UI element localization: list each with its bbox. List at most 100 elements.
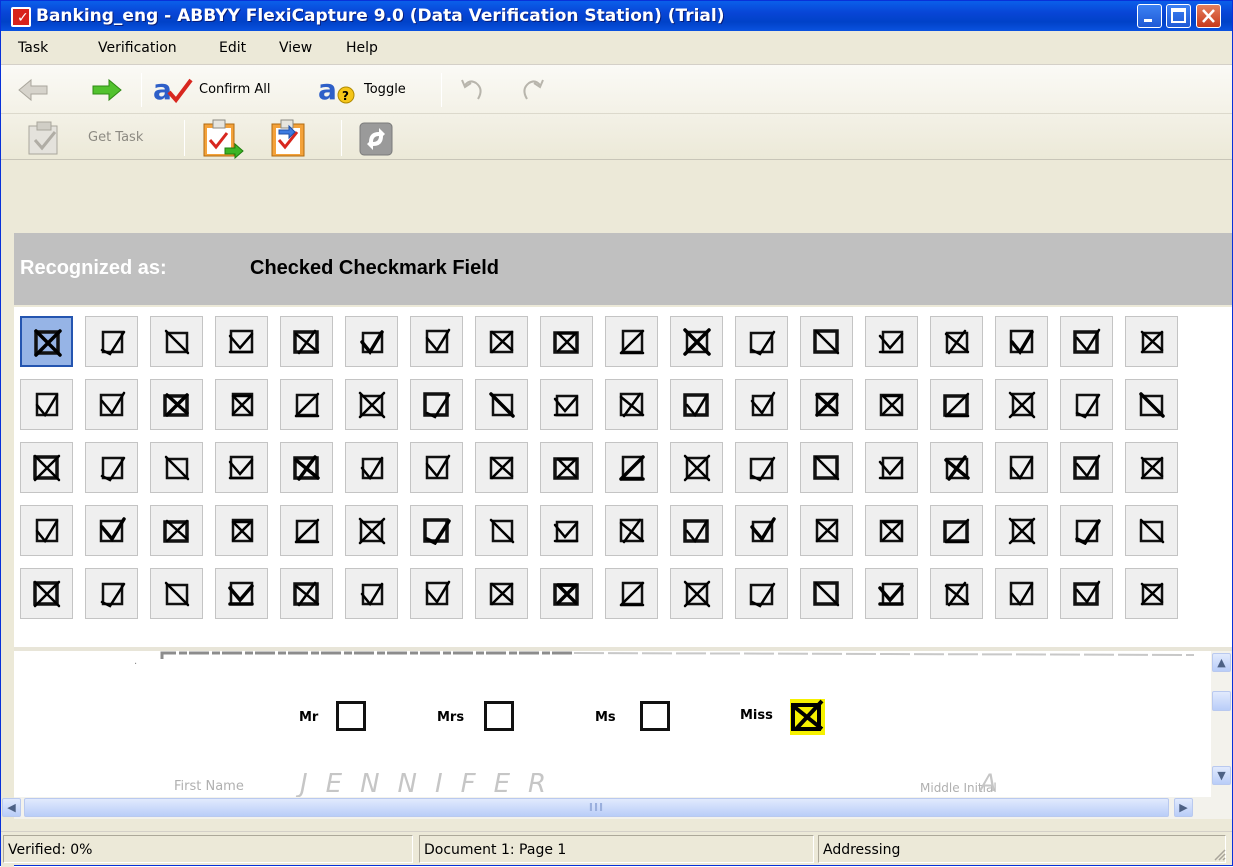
checkmark-sample-cell[interactable]	[150, 505, 203, 556]
checkbox-mr[interactable]	[336, 701, 366, 731]
checkmark-sample-cell[interactable]	[410, 316, 463, 367]
redo-button[interactable]	[519, 75, 547, 103]
checkmark-sample-cell[interactable]	[605, 379, 658, 430]
checkmark-sample-cell[interactable]	[410, 568, 463, 619]
checkbox-ms[interactable]	[640, 701, 670, 731]
minimize-button[interactable]	[1137, 4, 1162, 28]
checkmark-sample-cell[interactable]	[865, 442, 918, 493]
checkmark-sample-cell[interactable]	[735, 379, 788, 430]
checkmark-sample-cell[interactable]	[540, 379, 593, 430]
back-button[interactable]	[17, 77, 51, 103]
checkmark-sample-cell[interactable]	[670, 316, 723, 367]
resize-grip-icon[interactable]	[1214, 849, 1226, 861]
checkmark-sample-cell[interactable]	[800, 505, 853, 556]
checkmark-sample-cell[interactable]	[930, 379, 983, 430]
checkmark-sample-cell[interactable]	[20, 442, 73, 493]
checkmark-sample-cell[interactable]	[670, 568, 723, 619]
checkbox-miss-highlight[interactable]	[790, 699, 825, 735]
checkmark-sample-cell[interactable]	[865, 379, 918, 430]
checkmark-sample-cell[interactable]	[280, 505, 333, 556]
checkmark-sample-cell[interactable]	[475, 379, 528, 430]
checkmark-sample-cell[interactable]	[20, 316, 73, 367]
checkmark-sample-cell[interactable]	[1125, 379, 1178, 430]
checkmark-sample-cell[interactable]	[1125, 568, 1178, 619]
checkmark-sample-cell[interactable]	[475, 316, 528, 367]
checkmark-sample-cell[interactable]	[670, 505, 723, 556]
horizontal-scrollbar[interactable]: ◀ III ▶	[2, 797, 1232, 819]
get-task-button[interactable]: Get Task	[25, 118, 175, 158]
checkmark-sample-cell[interactable]	[540, 442, 593, 493]
checkmark-sample-cell[interactable]	[670, 442, 723, 493]
maximize-button[interactable]	[1166, 4, 1191, 28]
checkmark-sample-cell[interactable]	[540, 568, 593, 619]
scroll-left-button[interactable]: ◀	[2, 798, 21, 817]
checkmark-sample-cell[interactable]	[150, 316, 203, 367]
vertical-scroll-thumb[interactable]	[1212, 691, 1231, 711]
undo-button[interactable]	[458, 75, 486, 103]
menu-task[interactable]: Task	[18, 40, 48, 56]
checkmark-sample-cell[interactable]	[1060, 316, 1113, 367]
checkmark-sample-cell[interactable]	[20, 379, 73, 430]
checkmark-sample-cell[interactable]	[735, 505, 788, 556]
checkmark-sample-cell[interactable]	[345, 442, 398, 493]
checkmark-sample-cell[interactable]	[1060, 379, 1113, 430]
checkmark-sample-cell[interactable]	[865, 505, 918, 556]
checkmark-sample-cell[interactable]	[930, 442, 983, 493]
title-bar[interactable]: ✓ Banking_eng - ABBYY FlexiCapture 9.0 (…	[1, 1, 1232, 31]
checkmark-sample-cell[interactable]	[345, 505, 398, 556]
checkmark-sample-cell[interactable]	[345, 568, 398, 619]
checkmark-sample-cell[interactable]	[150, 379, 203, 430]
checkmark-sample-cell[interactable]	[280, 316, 333, 367]
checkmark-sample-cell[interactable]	[735, 316, 788, 367]
checkmark-sample-cell[interactable]	[735, 442, 788, 493]
checkmark-sample-cell[interactable]	[85, 505, 138, 556]
open-task-button[interactable]	[269, 118, 313, 160]
checkmark-sample-cell[interactable]	[605, 316, 658, 367]
checkmark-sample-cell[interactable]	[475, 568, 528, 619]
checkmark-sample-cell[interactable]	[995, 442, 1048, 493]
close-button[interactable]	[1196, 4, 1221, 28]
checkmark-sample-cell[interactable]	[85, 442, 138, 493]
checkmark-sample-cell[interactable]	[215, 442, 268, 493]
checkmark-sample-cell[interactable]	[85, 379, 138, 430]
checkmark-sample-cell[interactable]	[735, 568, 788, 619]
menu-verification[interactable]: Verification	[98, 40, 177, 56]
checkmark-sample-cell[interactable]	[995, 505, 1048, 556]
checkmark-sample-cell[interactable]	[800, 316, 853, 367]
checkmark-sample-cell[interactable]	[475, 442, 528, 493]
checkmark-sample-cell[interactable]	[410, 505, 463, 556]
checkmark-sample-cell[interactable]	[1060, 442, 1113, 493]
checkmark-sample-cell[interactable]	[995, 316, 1048, 367]
checkmark-sample-cell[interactable]	[930, 316, 983, 367]
send-task-button[interactable]	[201, 118, 245, 160]
checkmark-sample-cell[interactable]	[1125, 505, 1178, 556]
checkmark-sample-cell[interactable]	[150, 442, 203, 493]
refresh-button[interactable]	[359, 122, 393, 156]
checkmark-sample-cell[interactable]	[410, 442, 463, 493]
checkmark-sample-cell[interactable]	[930, 568, 983, 619]
menu-help[interactable]: Help	[346, 40, 378, 56]
checkmark-sample-cell[interactable]	[1060, 568, 1113, 619]
horizontal-scroll-thumb[interactable]: III	[24, 798, 1169, 817]
checkmark-sample-cell[interactable]	[150, 568, 203, 619]
checkmark-sample-cell[interactable]	[85, 568, 138, 619]
checkmark-sample-cell[interactable]	[20, 568, 73, 619]
checkmark-sample-cell[interactable]	[670, 379, 723, 430]
checkmark-sample-cell[interactable]	[20, 505, 73, 556]
checkmark-sample-cell[interactable]	[605, 568, 658, 619]
menu-edit[interactable]: Edit	[219, 40, 246, 56]
scroll-down-button[interactable]: ▼	[1212, 766, 1231, 785]
checkmark-sample-cell[interactable]	[995, 379, 1048, 430]
checkmark-sample-cell[interactable]	[215, 505, 268, 556]
toggle-button[interactable]: a ? Toggle	[316, 72, 436, 106]
checkmark-sample-cell[interactable]	[475, 505, 528, 556]
checkmark-sample-cell[interactable]	[280, 379, 333, 430]
menu-view[interactable]: View	[279, 40, 312, 56]
checkmark-sample-cell[interactable]	[1125, 442, 1178, 493]
checkmark-sample-cell[interactable]	[280, 442, 333, 493]
checkmark-sample-cell[interactable]	[540, 505, 593, 556]
checkmark-sample-cell[interactable]	[605, 505, 658, 556]
checkmark-sample-cell[interactable]	[1060, 505, 1113, 556]
checkmark-sample-cell[interactable]	[800, 442, 853, 493]
checkmark-sample-cell[interactable]	[800, 379, 853, 430]
